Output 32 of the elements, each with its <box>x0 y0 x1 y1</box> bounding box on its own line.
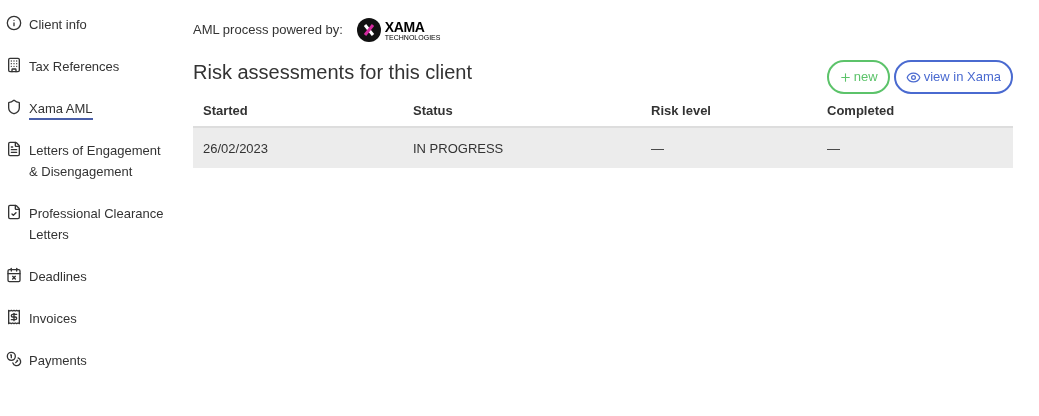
logo-mark-icon <box>356 18 381 42</box>
sidebar-item[interactable]: Deadlines <box>29 266 169 287</box>
table-cell: — <box>827 141 840 156</box>
sidebar-item[interactable]: Professional Clearance Letters <box>29 203 169 245</box>
column-header: Started <box>203 103 248 118</box>
sidebar-item[interactable]: Client info <box>29 14 169 35</box>
view-in-xama-button[interactable]: view in Xama <box>893 60 1013 94</box>
receipt-icon <box>6 309 22 325</box>
sidebar-item[interactable]: Letters of Engagement & Disengagement <box>29 140 169 182</box>
column-header: Risk level <box>651 103 711 118</box>
eye-icon <box>905 69 921 85</box>
table-cell: — <box>651 141 664 156</box>
plus-icon <box>838 70 852 84</box>
sidebar-item[interactable]: Xama AML <box>29 98 169 119</box>
powered-by-label: AML process powered by: <box>193 21 343 40</box>
sidebar-item[interactable]: Invoices <box>29 308 169 329</box>
column-header: Status <box>413 103 453 118</box>
logo-name: XAMA <box>384 19 426 34</box>
calendar-icon <box>6 267 22 283</box>
sidebar-item[interactable]: Tax References <box>29 56 169 77</box>
table-row[interactable]: 26/02/2023 IN PROGRESS — — <box>193 128 1013 168</box>
table-cell: IN PROGRESS <box>413 141 504 156</box>
coins-icon <box>6 351 22 367</box>
sidebar-item[interactable]: Payments <box>29 350 169 371</box>
section-title: Risk assessments for this client <box>193 60 472 84</box>
column-header: Completed <box>827 103 895 118</box>
checked-document-icon <box>6 204 22 220</box>
document-icon <box>6 141 22 157</box>
building-icon <box>6 57 22 73</box>
shield-icon <box>6 99 22 115</box>
table-cell: 26/02/2023 <box>203 141 269 156</box>
info-icon <box>6 15 22 31</box>
